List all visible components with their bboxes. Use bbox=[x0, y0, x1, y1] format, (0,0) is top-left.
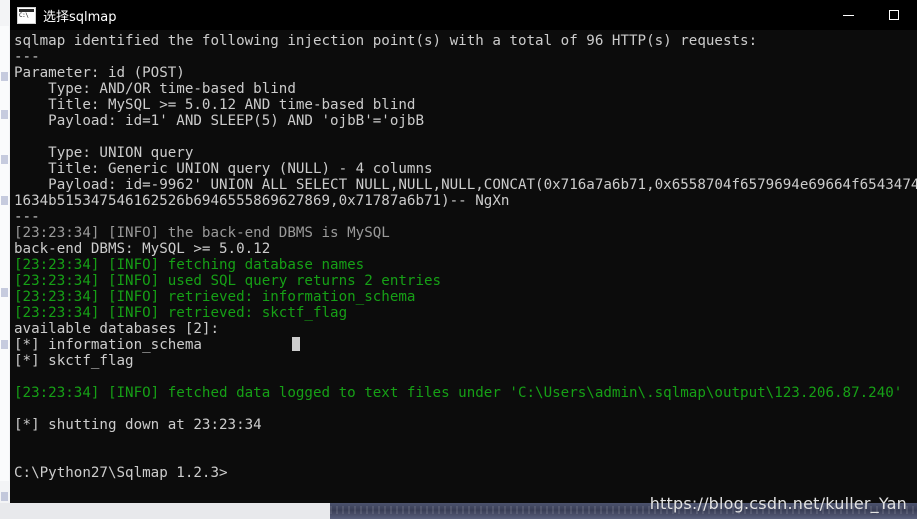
terminal-line: sqlmap identified the following injectio… bbox=[14, 33, 758, 49]
cmd-console-icon bbox=[17, 6, 36, 24]
minimize-icon bbox=[842, 14, 854, 16]
background-window-marker bbox=[1, 196, 8, 205]
minimize-button[interactable] bbox=[825, 0, 871, 30]
terminal-line: Parameter: id (POST) bbox=[14, 65, 185, 81]
background-window-marker bbox=[1, 110, 8, 119]
terminal-line: 1634b515347546162526b6946555869627869,0x… bbox=[14, 193, 510, 209]
terminal-line: --- bbox=[14, 209, 40, 225]
terminal-line: [*] information_schema bbox=[14, 337, 917, 353]
terminal-line: [23:23:34] [INFO] used SQL query returns… bbox=[14, 273, 442, 289]
terminal-line: [23:23:34] [INFO] retrieved: information… bbox=[14, 289, 416, 305]
terminal-line: Payload: id=1' AND SLEEP(5) AND 'ojbB'='… bbox=[14, 113, 424, 129]
terminal-line: [23:23:34] [INFO] the back-end DBMS is M… bbox=[14, 225, 390, 241]
background-window-marker bbox=[1, 72, 8, 81]
terminal-output[interactable]: sqlmap identified the following injectio… bbox=[10, 30, 917, 503]
terminal-line: back-end DBMS: MySQL >= 5.0.12 bbox=[14, 241, 271, 257]
maximize-icon bbox=[889, 10, 899, 20]
window-title: 选择sqlmap bbox=[43, 9, 117, 25]
background-window-marker bbox=[1, 155, 8, 164]
terminal-line: [*] skctf_flag bbox=[14, 353, 134, 369]
screen: 选择sqlmap sqlmap identified the following… bbox=[0, 0, 917, 519]
terminal-line: --- bbox=[14, 49, 40, 65]
terminal-line: [23:23:34] [INFO] fetching database name… bbox=[14, 257, 365, 273]
terminal-line: Title: Generic UNION query (NULL) - 4 co… bbox=[14, 161, 433, 177]
terminal-line: Type: UNION query bbox=[14, 145, 194, 161]
background-window-marker bbox=[1, 340, 8, 349]
title-bar[interactable]: 选择sqlmap bbox=[10, 0, 917, 30]
watermark-url: https://blog.csdn.net/kuller_Yan bbox=[649, 494, 907, 513]
terminal-line: Title: MySQL >= 5.0.12 AND time-based bl… bbox=[14, 97, 416, 113]
background-window-marker bbox=[1, 288, 8, 297]
window-controls bbox=[825, 0, 917, 30]
terminal-line: Payload: id=-9962' UNION ALL SELECT NULL… bbox=[14, 177, 917, 193]
background-window-content bbox=[0, 26, 9, 481]
terminal-line: [23:23:34] [INFO] fetched data logged to… bbox=[14, 385, 903, 401]
terminal-line: available databases [2]: bbox=[14, 321, 219, 337]
console-window: 选择sqlmap sqlmap identified the following… bbox=[10, 0, 917, 503]
background-window-marker bbox=[1, 492, 8, 501]
maximize-button[interactable] bbox=[871, 0, 917, 30]
terminal-line: C:\Python27\Sqlmap 1.2.3> bbox=[14, 465, 228, 481]
terminal-line: [23:23:34] [INFO] retrieved: skctf_flag bbox=[14, 305, 348, 321]
text-cursor bbox=[291, 337, 300, 351]
terminal-line: Type: AND/OR time-based blind bbox=[14, 81, 296, 97]
terminal-line: [*] shutting down at 23:23:34 bbox=[14, 417, 262, 433]
